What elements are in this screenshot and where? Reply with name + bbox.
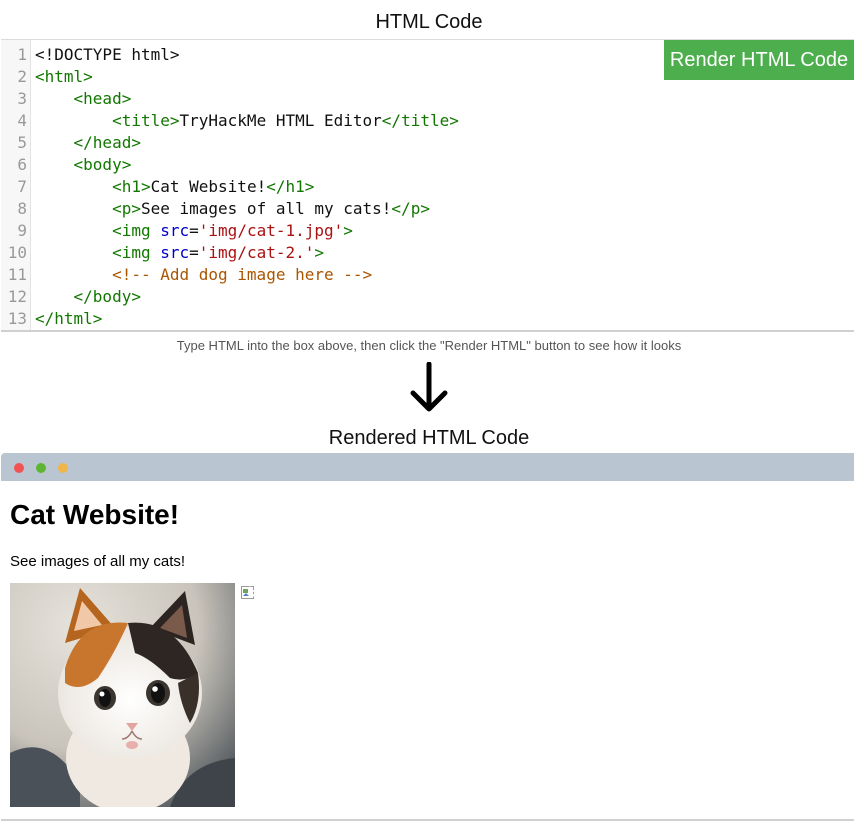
- window-title-bar: [1, 453, 854, 481]
- editor-hint: Type HTML into the box above, then click…: [176, 338, 682, 353]
- line-number: 11: [7, 265, 27, 284]
- line-number: 2: [17, 67, 27, 86]
- line-number: 9: [17, 221, 27, 240]
- code-section-title: HTML Code: [375, 11, 483, 33]
- line-number: 12: [7, 287, 27, 306]
- code-line[interactable]: <img src='img/cat-2.'>: [35, 242, 324, 264]
- code-line[interactable]: <!-- Add dog image here -->: [35, 264, 372, 286]
- close-dot-icon: [14, 463, 24, 473]
- code-line[interactable]: </head>: [35, 132, 141, 154]
- line-number: 10: [7, 243, 27, 262]
- kitten-photo: [10, 583, 235, 807]
- broken-image-icon: [240, 585, 256, 606]
- render-section-title: Rendered HTML Code: [328, 427, 530, 449]
- arrow-down-icon: [410, 362, 448, 412]
- line-number: 5: [17, 133, 27, 152]
- code-line[interactable]: </html>: [35, 308, 102, 330]
- rendered-heading: Cat Website!: [10, 499, 180, 530]
- line-number: 4: [17, 111, 27, 130]
- line-number: 8: [17, 199, 27, 218]
- code-editor[interactable]: 1 2 3 4 5 6 7 8 9 10 11 12 13 <!DOCTYPE …: [1, 39, 854, 332]
- line-number: 1: [17, 45, 27, 64]
- code-line[interactable]: <body>: [35, 154, 132, 176]
- rendered-preview-window: Cat Website! See images of all my cats!: [1, 453, 854, 821]
- line-number: 7: [17, 177, 27, 196]
- minimize-dot-icon: [58, 463, 68, 473]
- code-line[interactable]: <html>: [35, 66, 93, 88]
- line-number: 13: [7, 309, 27, 328]
- code-line[interactable]: <title>TryHackMe HTML Editor</title>: [35, 110, 459, 132]
- code-line[interactable]: <img src='img/cat-1.jpg'>: [35, 220, 353, 242]
- line-number: 6: [17, 155, 27, 174]
- rendered-paragraph: See images of all my cats!: [10, 553, 186, 570]
- maximize-dot-icon: [36, 463, 46, 473]
- code-line[interactable]: <p>See images of all my cats!</p>: [35, 198, 430, 220]
- line-number-gutter: 1 2 3 4 5 6 7 8 9 10 11 12 13: [1, 40, 31, 330]
- code-line[interactable]: <!DOCTYPE html>: [35, 44, 180, 66]
- render-html-button[interactable]: Render HTML Code: [664, 40, 854, 80]
- line-number: 3: [17, 89, 27, 108]
- code-line[interactable]: </body>: [35, 286, 141, 308]
- code-line[interactable]: <head>: [35, 88, 132, 110]
- code-line[interactable]: <h1>Cat Website!</h1>: [35, 176, 314, 198]
